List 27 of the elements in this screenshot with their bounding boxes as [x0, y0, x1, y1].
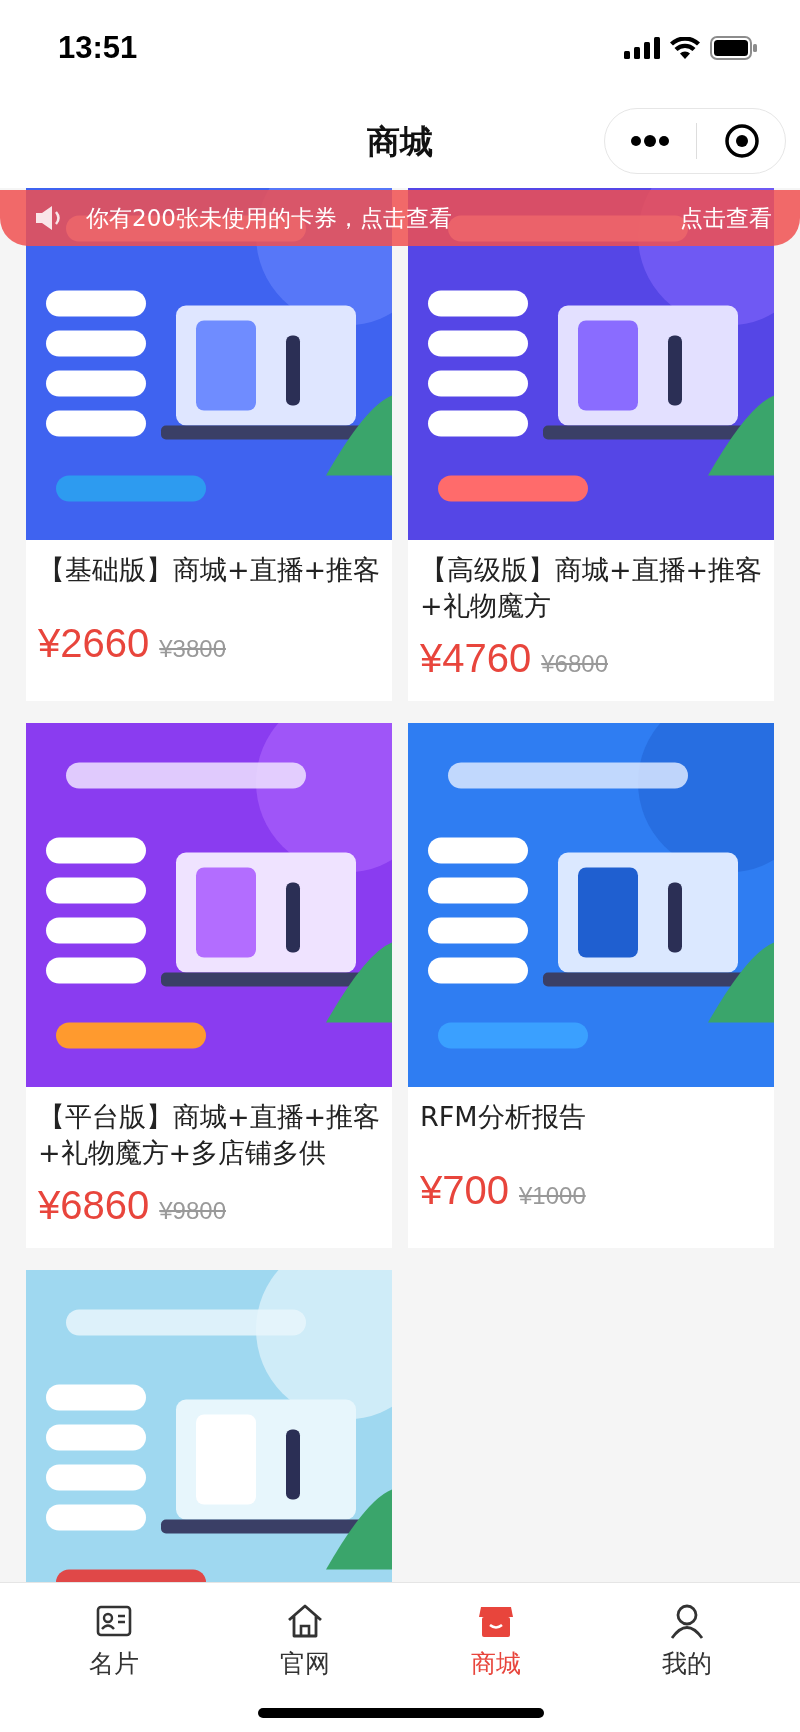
battery-icon [710, 36, 758, 60]
tab-label[interactable]: 名片 [88, 1647, 139, 1680]
clock-time: 13:51 [58, 30, 138, 66]
signal-icon [624, 37, 660, 59]
tab-label[interactable]: 官网 [279, 1647, 330, 1680]
wifi-icon [670, 37, 700, 59]
close-icon[interactable] [723, 123, 760, 159]
product-card[interactable]: 【平台版】商城+直播+推客+礼物魔方+多店铺多供 ¥6860 ¥9800 [26, 723, 392, 1248]
view-link[interactable]: 点击查看 [680, 202, 772, 234]
original-price: ¥9800 [159, 1197, 226, 1225]
product-price: ¥2660 [38, 621, 150, 666]
product-title: 【平台版】商城+直播+推客+礼物魔方+多店铺多供 [38, 1100, 382, 1170]
original-price: ¥6800 [541, 650, 608, 678]
product-title: 【基础版】商城+直播+推客 [38, 553, 382, 587]
tab-label[interactable]: 我的 [661, 1647, 712, 1680]
product-price: ¥4760 [420, 636, 532, 681]
page-title: 商城 [367, 120, 433, 163]
more-icon[interactable] [630, 135, 671, 147]
product-price: ¥6860 [38, 1183, 150, 1228]
product-title: 【高级版】商城+直播+推客+礼物魔方 [420, 553, 764, 623]
notice-banner[interactable]: 你有200张未使用的卡券，点击查看 点击查看 [0, 190, 800, 246]
product-title: RFM分析报告 [420, 1100, 587, 1134]
product-price: ¥700 [420, 1168, 509, 1213]
original-price: ¥1000 [519, 1182, 586, 1210]
product-card[interactable]: RFM分析报告 ¥700 ¥1000 [408, 723, 774, 1248]
tab-label[interactable]: 商城 [470, 1647, 521, 1680]
original-price: ¥3800 [159, 635, 226, 663]
